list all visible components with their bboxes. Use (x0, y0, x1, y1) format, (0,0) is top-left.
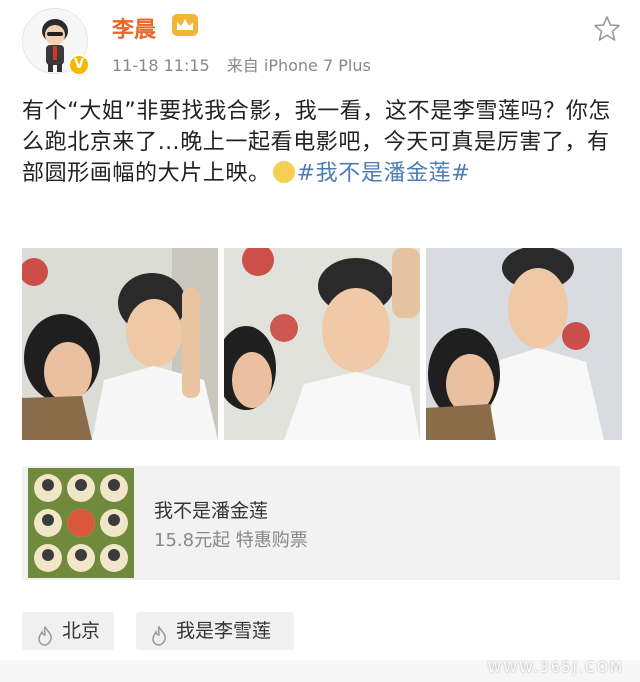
crown-icon[interactable] (172, 14, 198, 36)
photo-grid (22, 248, 622, 440)
tag-label: 我是李雪莲 (176, 620, 272, 642)
movie-ticket-card[interactable]: 我不是潘金莲 15.8元起 特惠购票 (22, 466, 620, 580)
username[interactable]: 李晨 (112, 12, 156, 44)
selfie-photo-1[interactable] (22, 248, 218, 440)
post-meta: 11-18 11:15 来自 iPhone 7 Plus (112, 52, 383, 76)
topic-link[interactable]: #我不是潘金莲# (297, 161, 471, 186)
verified-v-icon: V (68, 54, 90, 76)
card-title: 我不是潘金莲 (154, 500, 269, 522)
post-text: 有个“大姐”非要找我合影，我一看，这不是李雪莲吗？你怎么跑北京来了…晚上一起看电… (22, 96, 622, 189)
flame-icon (150, 621, 168, 646)
watermark: WWW.365J.COM (487, 660, 624, 676)
tag-label: 北京 (62, 620, 101, 642)
topic-tag[interactable]: 我是李雪莲 (136, 612, 294, 650)
selfie-photo-2[interactable] (224, 248, 420, 440)
location-tag[interactable]: 北京 (22, 612, 114, 650)
selfie-photo-3[interactable] (426, 248, 622, 440)
emoji-face-icon (272, 161, 295, 183)
card-subtitle: 15.8元起 特惠购票 (154, 530, 308, 551)
post-timestamp: 11-18 11:15 (112, 56, 210, 75)
star-icon[interactable] (592, 14, 622, 44)
flame-icon (36, 621, 54, 646)
movie-poster (28, 468, 134, 578)
post-source: 来自 iPhone 7 Plus (226, 56, 371, 75)
post-header: V 李晨 11-18 11:15 来自 iPhone 7 Plus (0, 0, 640, 88)
